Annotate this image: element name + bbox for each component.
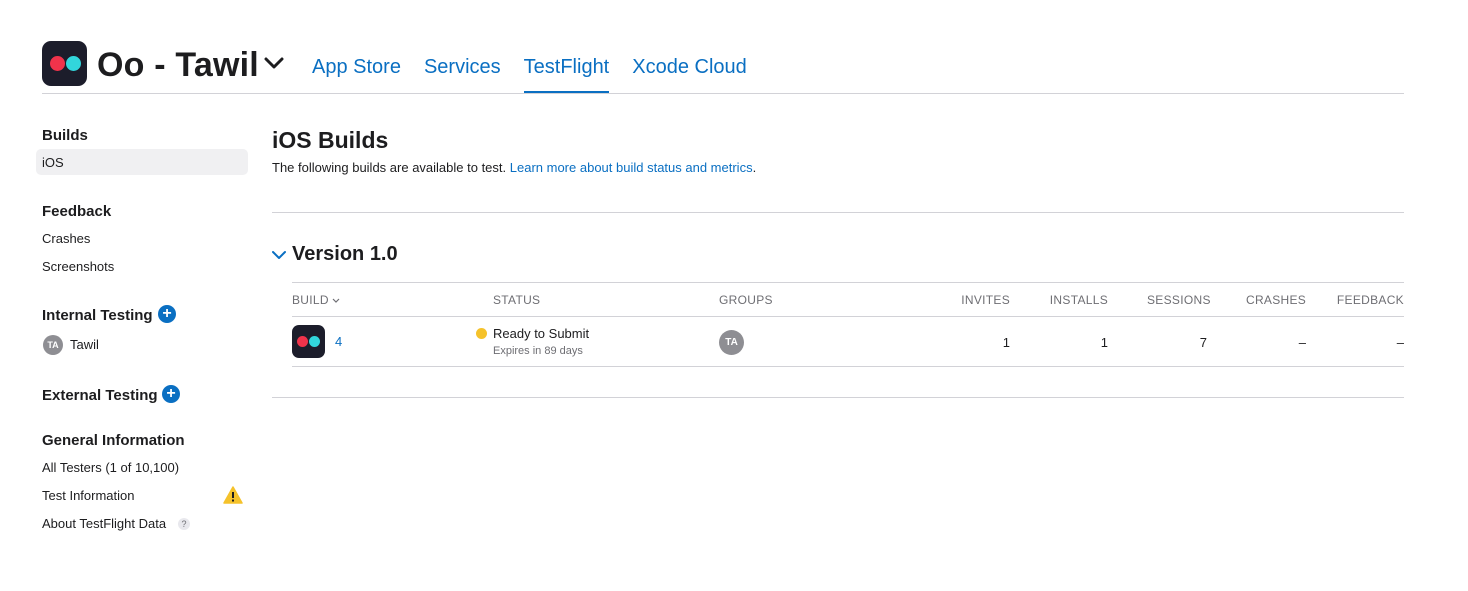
- add-internal-group-icon[interactable]: +: [158, 305, 176, 323]
- sidebar-item-test-information[interactable]: Test Information: [42, 488, 135, 503]
- learn-more-link[interactable]: Learn more about build status and metric…: [510, 160, 753, 175]
- chevron-down-icon[interactable]: [272, 250, 286, 260]
- divider: [292, 316, 1404, 317]
- tab-services[interactable]: Services: [424, 56, 501, 93]
- build-icon-red-dot: [297, 336, 308, 347]
- app-header: Oo - Tawil App Store Services TestFlight…: [42, 40, 1404, 94]
- app-icon-red-dot: [50, 56, 65, 71]
- sidebar-item-crashes[interactable]: Crashes: [42, 231, 90, 246]
- build-app-icon: [292, 325, 325, 358]
- sidebar-item-about-testflight-data[interactable]: About TestFlight Data: [42, 516, 166, 531]
- cell-sessions: 7: [1199, 335, 1207, 350]
- warning-icon: [223, 486, 243, 504]
- cell-feedback: –: [1396, 335, 1404, 350]
- app-icon-cyan-dot: [66, 56, 81, 71]
- column-header-build[interactable]: BUILD: [292, 293, 340, 307]
- sidebar-item-ios-selected[interactable]: [36, 149, 248, 175]
- build-icon-cyan-dot: [309, 336, 320, 347]
- subtitle-text: The following builds are available to te…: [272, 160, 507, 175]
- status-ready-icon: [476, 328, 487, 339]
- sidebar-item-all-testers[interactable]: All Testers (1 of 10,100): [42, 460, 179, 475]
- version-title: Version 1.0: [292, 243, 398, 265]
- divider: [292, 366, 1404, 367]
- sidebar-item-screenshots[interactable]: Screenshots: [42, 259, 114, 274]
- sidebar-heading-general-information: General Information: [42, 432, 185, 449]
- divider: [292, 282, 1404, 283]
- page-subtitle: The following builds are available to te…: [272, 160, 756, 175]
- cell-invites: 1: [1002, 335, 1010, 350]
- column-header-status: STATUS: [493, 293, 541, 307]
- sidebar-heading-feedback: Feedback: [42, 203, 112, 220]
- top-nav-tabs: App Store Services TestFlight Xcode Clou…: [312, 56, 770, 93]
- divider: [272, 397, 1404, 398]
- app-icon: [42, 41, 87, 86]
- column-header-installs: INSTALLS: [1049, 293, 1108, 307]
- chevron-down-icon[interactable]: [264, 56, 284, 70]
- tab-xcode-cloud[interactable]: Xcode Cloud: [632, 56, 747, 93]
- subtitle-period: .: [752, 160, 757, 175]
- sort-chevron-icon: [333, 298, 340, 303]
- column-header-groups: GROUPS: [719, 293, 773, 307]
- avatar: TA: [719, 330, 744, 355]
- app-name[interactable]: Oo - Tawil: [97, 46, 259, 85]
- sidebar-heading-external-testing: External Testing: [42, 387, 158, 404]
- column-header-crashes: CRASHES: [1246, 293, 1307, 307]
- divider: [272, 212, 1404, 213]
- status-text: Ready to Submit: [493, 326, 590, 341]
- tab-app-store[interactable]: App Store: [312, 56, 401, 93]
- avatar: TA: [43, 335, 63, 355]
- help-icon[interactable]: ?: [178, 518, 190, 530]
- column-header-feedback: FEEDBACK: [1336, 293, 1404, 307]
- status-expiry: Expires in 89 days: [493, 345, 583, 357]
- add-external-group-icon[interactable]: +: [162, 385, 180, 403]
- page-title: iOS Builds: [272, 127, 389, 153]
- cell-installs: 1: [1100, 335, 1108, 350]
- column-header-sessions: SESSIONS: [1147, 293, 1211, 307]
- sidebar-heading-builds: Builds: [42, 127, 88, 144]
- column-header-build-label: BUILD: [292, 293, 329, 307]
- sidebar-item-ios[interactable]: iOS: [42, 155, 64, 170]
- sidebar-item-tawil[interactable]: Tawil: [70, 337, 99, 352]
- column-header-invites: INVITES: [961, 293, 1010, 307]
- sidebar-heading-internal-testing: Internal Testing: [42, 307, 153, 324]
- cell-crashes: –: [1298, 335, 1306, 350]
- build-number-link[interactable]: 4: [335, 334, 342, 349]
- tab-testflight[interactable]: TestFlight: [523, 56, 609, 93]
